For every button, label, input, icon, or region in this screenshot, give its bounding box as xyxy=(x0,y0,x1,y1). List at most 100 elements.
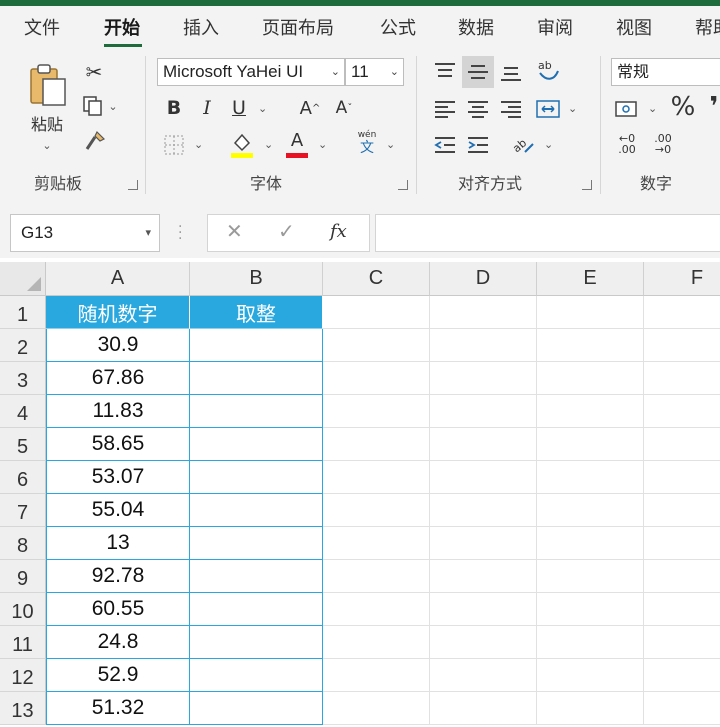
alignment-launcher-icon[interactable] xyxy=(582,180,592,190)
cell-e2[interactable] xyxy=(537,329,644,362)
cell-e5[interactable] xyxy=(537,428,644,461)
cell-c2[interactable] xyxy=(323,329,430,362)
merge-dropdown-icon[interactable]: ⌄ xyxy=(568,102,577,115)
cell-d1[interactable] xyxy=(430,296,537,329)
cell-f7[interactable] xyxy=(644,494,720,527)
orientation-dropdown-icon[interactable]: ⌄ xyxy=(544,138,553,151)
cell-d13[interactable] xyxy=(430,692,537,725)
borders-dropdown-icon[interactable]: ⌄ xyxy=(194,138,203,151)
formula-input[interactable] xyxy=(375,214,720,252)
cell-c3[interactable] xyxy=(323,362,430,395)
cell-a10[interactable]: 60.55 xyxy=(46,593,190,626)
cell-c9[interactable] xyxy=(323,560,430,593)
column-header-c[interactable]: C xyxy=(323,262,430,296)
cell-a9[interactable]: 92.78 xyxy=(46,560,190,593)
cell-f8[interactable] xyxy=(644,527,720,560)
cell-c12[interactable] xyxy=(323,659,430,692)
increase-indent-icon[interactable] xyxy=(465,132,491,158)
fill-color-dropdown-icon[interactable]: ⌄ xyxy=(264,138,273,151)
cell-d8[interactable] xyxy=(430,527,537,560)
row-header-5[interactable]: 5 xyxy=(0,428,46,461)
cell-e9[interactable] xyxy=(537,560,644,593)
row-header-12[interactable]: 12 xyxy=(0,659,46,692)
paste-dropdown-icon[interactable]: ⌄ xyxy=(42,139,51,152)
column-header-e[interactable]: E xyxy=(537,262,644,296)
cell-f5[interactable] xyxy=(644,428,720,461)
column-header-f[interactable]: F xyxy=(644,262,720,296)
cell-c5[interactable] xyxy=(323,428,430,461)
cell-f4[interactable] xyxy=(644,395,720,428)
column-header-d[interactable]: D xyxy=(430,262,537,296)
select-all-corner[interactable] xyxy=(0,262,46,296)
font-size-select[interactable]: 11 ⌄ xyxy=(345,58,404,86)
decrease-font-size-button[interactable]: Aˇ xyxy=(332,96,356,120)
align-top-icon[interactable] xyxy=(432,58,458,84)
cell-e8[interactable] xyxy=(537,527,644,560)
cell-b10[interactable] xyxy=(190,593,323,626)
tab-data[interactable]: 数据 xyxy=(458,14,494,40)
cell-a6[interactable]: 53.07 xyxy=(46,461,190,494)
align-middle-icon[interactable] xyxy=(462,56,494,88)
cell-c13[interactable] xyxy=(323,692,430,725)
decrease-decimal-icon[interactable]: .00 →0 xyxy=(648,130,678,158)
cell-b9[interactable] xyxy=(190,560,323,593)
paste-button[interactable]: 粘贴 ⌄ xyxy=(24,62,70,152)
align-center-icon[interactable] xyxy=(465,96,491,122)
column-header-b[interactable]: B xyxy=(190,262,323,296)
increase-font-size-button[interactable]: A ^ xyxy=(298,96,322,120)
cell-a7[interactable]: 55.04 xyxy=(46,494,190,527)
cell-e12[interactable] xyxy=(537,659,644,692)
row-header-11[interactable]: 11 xyxy=(0,626,46,659)
cell-e13[interactable] xyxy=(537,692,644,725)
cell-b6[interactable] xyxy=(190,461,323,494)
fill-color-icon[interactable] xyxy=(228,130,256,160)
cell-c4[interactable] xyxy=(323,395,430,428)
cell-a3[interactable]: 67.86 xyxy=(46,362,190,395)
accounting-dropdown-icon[interactable]: ⌄ xyxy=(648,102,657,115)
cell-d10[interactable] xyxy=(430,593,537,626)
comma-style-button[interactable]: ❜ xyxy=(704,92,720,122)
cell-c10[interactable] xyxy=(323,593,430,626)
cell-c6[interactable] xyxy=(323,461,430,494)
tab-home[interactable]: 开始 xyxy=(104,14,140,40)
cell-e6[interactable] xyxy=(537,461,644,494)
tab-formulas[interactable]: 公式 xyxy=(380,14,416,40)
font-name-select[interactable]: Microsoft YaHei UI ⌄ xyxy=(157,58,345,86)
tab-view[interactable]: 视图 xyxy=(616,14,652,40)
row-header-2[interactable]: 2 xyxy=(0,329,46,362)
clipboard-launcher-icon[interactable] xyxy=(128,180,138,190)
merge-center-icon[interactable] xyxy=(534,96,562,122)
cell-e1[interactable] xyxy=(537,296,644,329)
cell-e10[interactable] xyxy=(537,593,644,626)
cell-a8[interactable]: 13 xyxy=(46,527,190,560)
cell-f12[interactable] xyxy=(644,659,720,692)
font-color-dropdown-icon[interactable]: ⌄ xyxy=(318,138,327,151)
cell-d9[interactable] xyxy=(430,560,537,593)
align-bottom-icon[interactable] xyxy=(498,60,524,86)
cell-d12[interactable] xyxy=(430,659,537,692)
insert-function-icon[interactable]: fx xyxy=(330,221,347,242)
row-header-1[interactable]: 1 xyxy=(0,296,46,329)
percent-style-button[interactable]: % xyxy=(668,92,698,122)
cell-d7[interactable] xyxy=(430,494,537,527)
cell-d4[interactable] xyxy=(430,395,537,428)
row-header-4[interactable]: 4 xyxy=(0,395,46,428)
cell-e11[interactable] xyxy=(537,626,644,659)
italic-button[interactable]: I xyxy=(196,96,218,120)
cell-f9[interactable] xyxy=(644,560,720,593)
tab-page-layout[interactable]: 页面布局 xyxy=(262,14,334,40)
cell-b11[interactable] xyxy=(190,626,323,659)
underline-button[interactable]: U xyxy=(228,96,250,120)
enter-check-icon[interactable]: ✓ xyxy=(278,219,295,243)
cell-b12[interactable] xyxy=(190,659,323,692)
row-header-10[interactable]: 10 xyxy=(0,593,46,626)
cell-f13[interactable] xyxy=(644,692,720,725)
row-header-9[interactable]: 9 xyxy=(0,560,46,593)
cell-d11[interactable] xyxy=(430,626,537,659)
phonetic-guide-icon[interactable]: wén 文 xyxy=(352,128,382,158)
underline-dropdown-icon[interactable]: ⌄ xyxy=(258,102,267,115)
name-box[interactable]: G13 ▾ xyxy=(10,214,160,252)
align-left-icon[interactable] xyxy=(432,96,458,122)
align-right-icon[interactable] xyxy=(498,96,524,122)
cell-b3[interactable] xyxy=(190,362,323,395)
